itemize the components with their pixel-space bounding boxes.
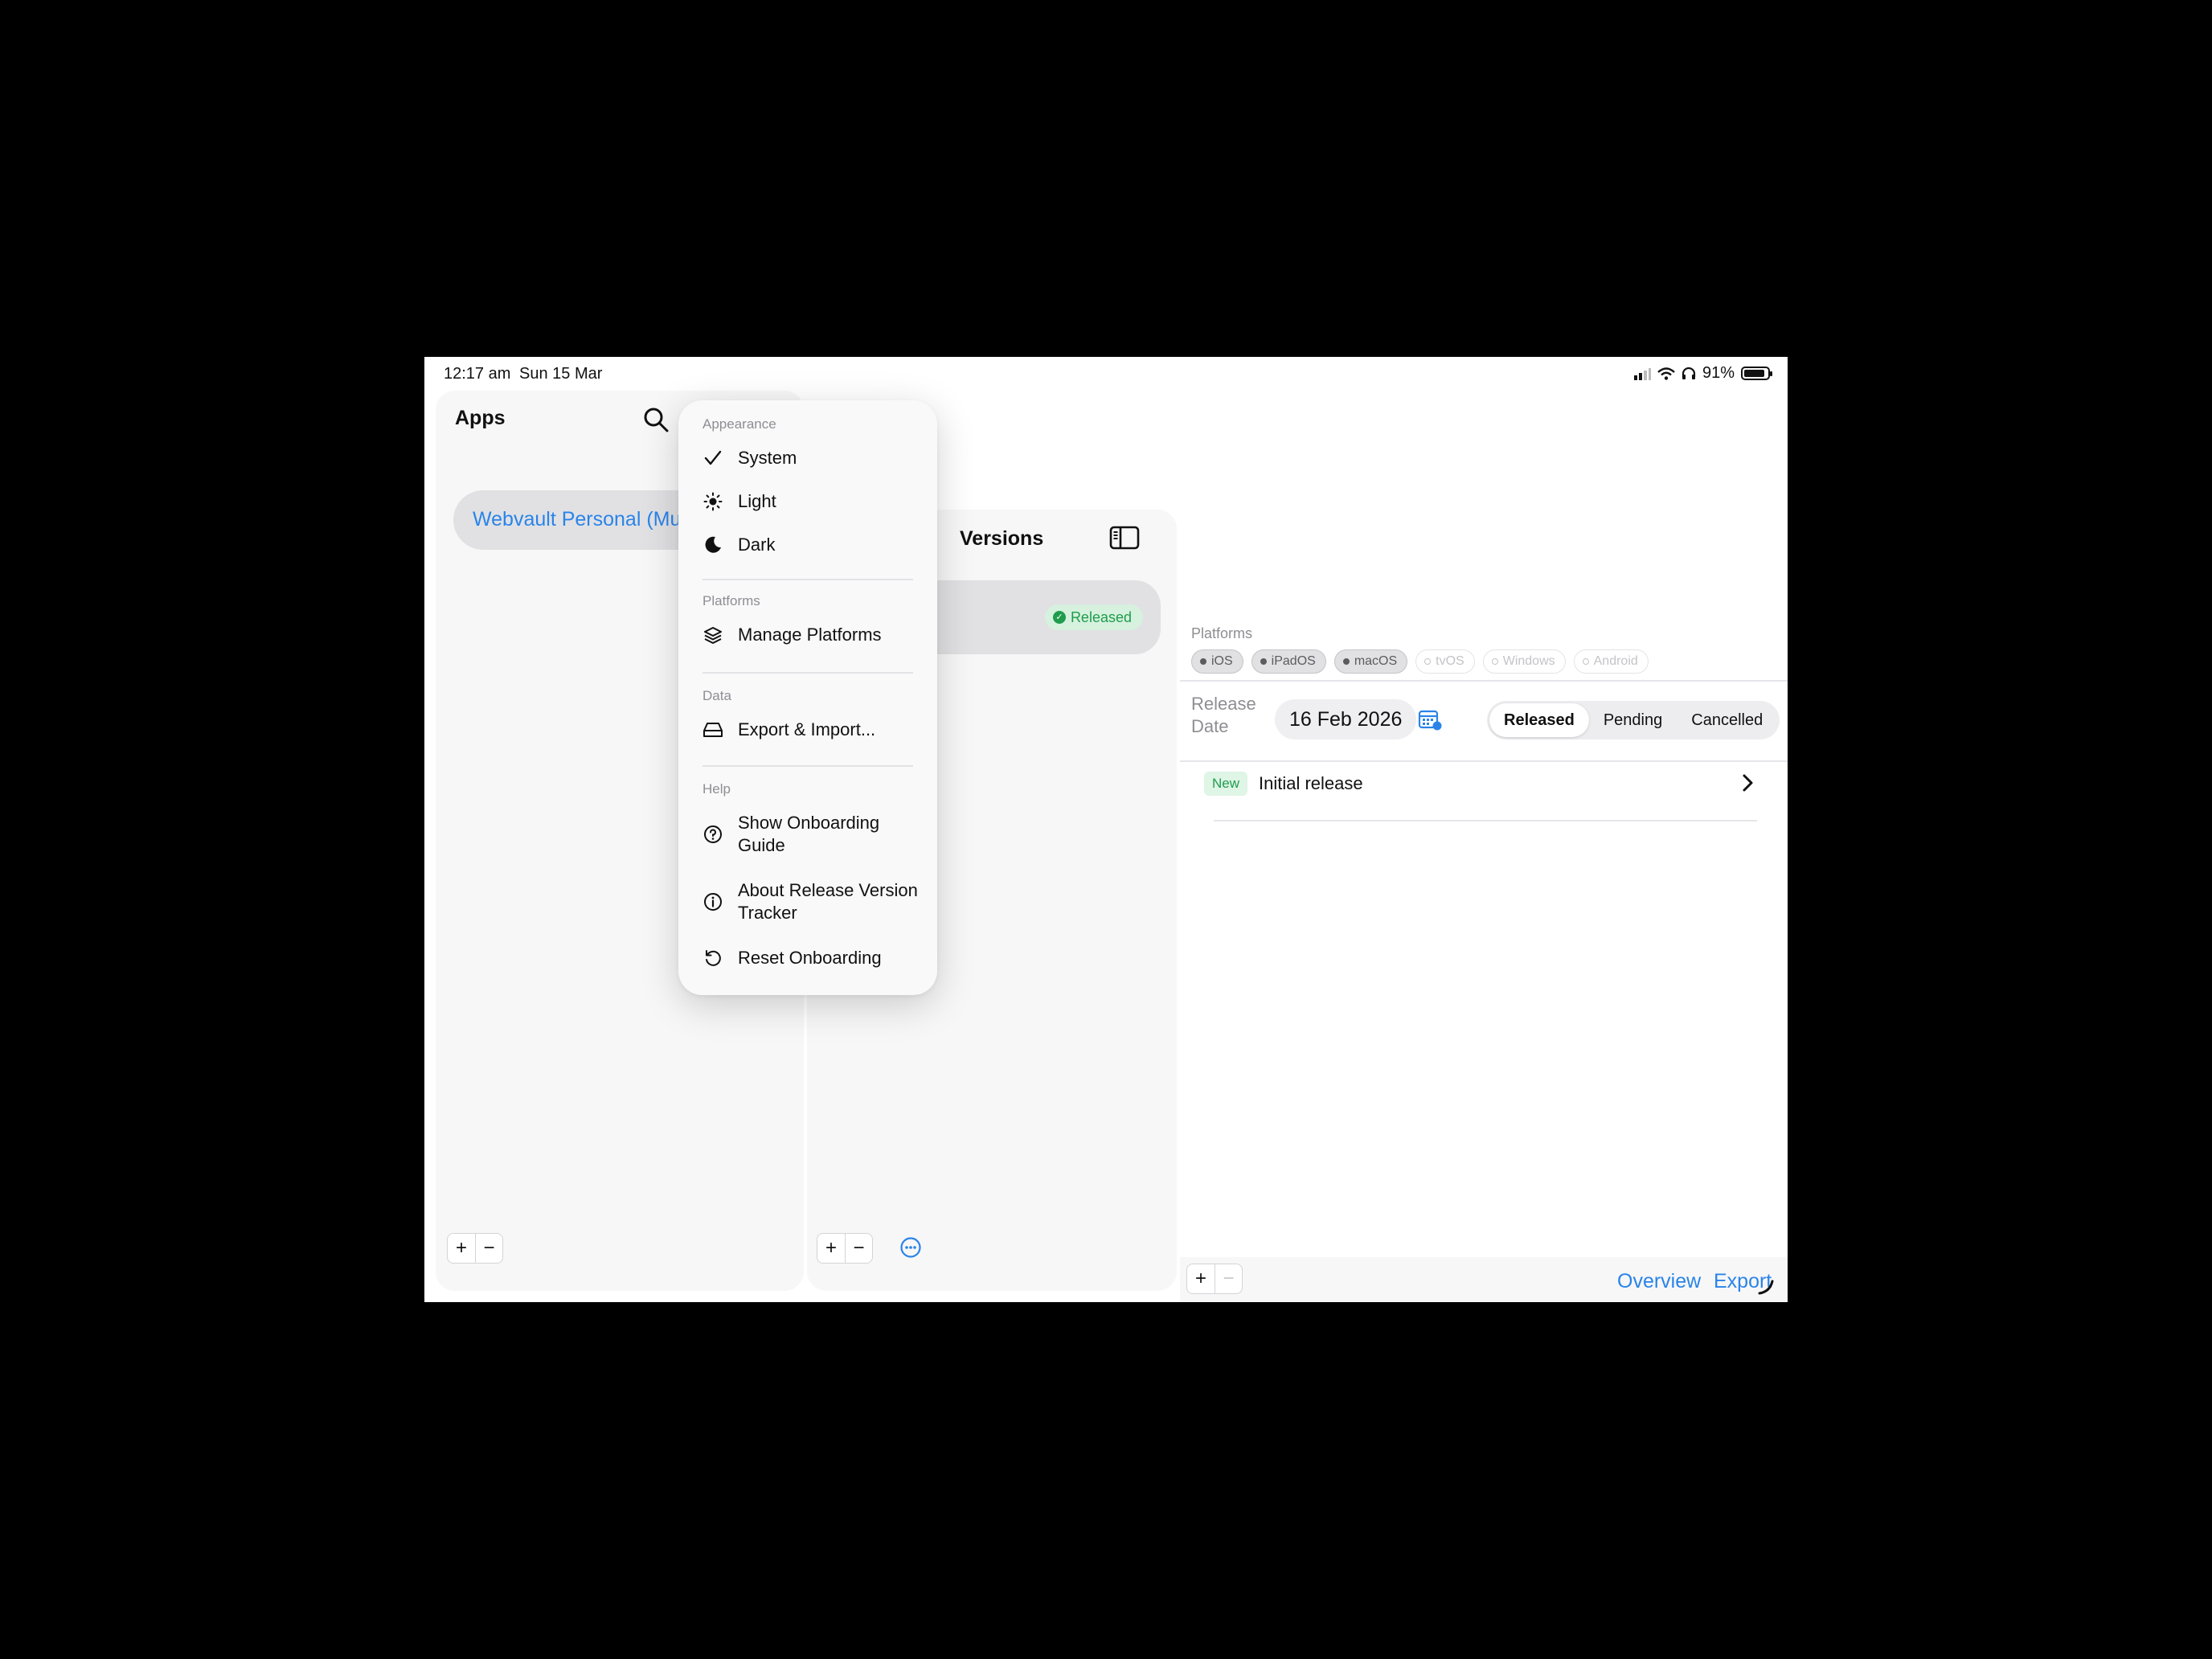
menu-section-help: Help	[703, 781, 731, 797]
menu-divider	[703, 579, 913, 580]
change-type-badge: New	[1204, 772, 1248, 796]
status-bar: 12:17 am Sun 15 Mar 91%	[424, 357, 1788, 391]
battery-level	[1744, 370, 1765, 377]
ipad-screen: 12:17 am Sun 15 Mar 91% Apps Webvault Pe…	[424, 357, 1788, 1302]
menu-item-export-import[interactable]: Export & Import...	[703, 719, 920, 741]
apps-title: Apps	[455, 407, 506, 429]
platforms-label: Platforms	[1191, 625, 1253, 641]
remove-app-button[interactable]: −	[475, 1234, 502, 1263]
remove-change-button[interactable]: −	[1215, 1264, 1242, 1293]
status-badge-label: Released	[1070, 608, 1132, 625]
menu-item-label: System	[738, 448, 797, 468]
menu-item-about[interactable]: About Release Version Tracker	[703, 879, 920, 924]
chip-label: tvOS	[1436, 654, 1464, 668]
cellular-signal-icon	[1633, 367, 1651, 380]
chip-dot-icon	[1200, 658, 1206, 665]
chip-label: iPadOS	[1271, 654, 1316, 668]
apps-add-remove: + −	[447, 1233, 503, 1264]
menu-divider	[703, 765, 913, 767]
headphones-icon	[1682, 367, 1696, 379]
chip-dot-icon	[1260, 658, 1267, 665]
menu-section-appearance: Appearance	[703, 416, 776, 432]
battery-percentage: 91%	[1702, 364, 1735, 382]
menu-item-label: Manage Platforms	[738, 625, 882, 645]
platform-chip-tvos[interactable]: tvOS	[1415, 649, 1475, 674]
segment-cancelled[interactable]: Cancelled	[1677, 703, 1777, 737]
search-icon[interactable]	[641, 405, 670, 434]
remove-version-button[interactable]: −	[845, 1234, 872, 1263]
chip-dot-icon	[1491, 658, 1498, 665]
moon-icon	[703, 534, 723, 556]
platform-chip-android[interactable]: Android	[1573, 649, 1649, 674]
versions-title: Versions	[960, 527, 1044, 550]
changes-add-remove: + −	[1186, 1264, 1243, 1294]
overview-button[interactable]: Overview	[1617, 1270, 1701, 1293]
chip-label: Windows	[1502, 654, 1555, 668]
platform-chip-ipados[interactable]: iPadOS	[1251, 649, 1326, 674]
app-name: Webvault Personal (Mu	[473, 508, 682, 530]
status-date: Sun 15 Mar	[519, 365, 603, 383]
release-date-picker[interactable]: 16 Feb 2026	[1275, 699, 1417, 739]
menu-item-system[interactable]: System	[703, 447, 920, 469]
info-circle-icon	[703, 891, 723, 913]
menu-item-show-onboarding[interactable]: Show Onboarding Guide	[703, 812, 920, 857]
platform-chips: iOS iPadOS macOS tvOS Windows Android	[1191, 649, 1649, 674]
wifi-icon	[1657, 367, 1675, 380]
battery-icon	[1741, 367, 1772, 380]
release-status-segmented-control: Released Pending Cancelled	[1487, 701, 1780, 739]
menu-item-light[interactable]: Light	[703, 490, 920, 513]
menu-item-manage-platforms[interactable]: Manage Platforms	[703, 624, 920, 646]
checkmark-icon	[703, 447, 723, 469]
chip-dot-icon	[1424, 658, 1432, 665]
segment-pending[interactable]: Pending	[1589, 703, 1677, 737]
detail-toolbar: + − Overview Export	[1180, 1257, 1788, 1302]
menu-item-label: About Release Version Tracker	[738, 880, 918, 923]
sidebar-toggle-icon[interactable]	[1109, 526, 1140, 550]
resize-handle-icon[interactable]	[1757, 1278, 1775, 1296]
chip-dot-icon	[1582, 658, 1589, 665]
add-change-button[interactable]: +	[1187, 1264, 1215, 1293]
platform-chip-macos[interactable]: macOS	[1333, 649, 1408, 674]
add-app-button[interactable]: +	[448, 1234, 475, 1263]
add-version-button[interactable]: +	[817, 1234, 845, 1263]
platform-chip-ios[interactable]: iOS	[1191, 649, 1243, 674]
menu-item-label: Reset Onboarding	[738, 948, 882, 968]
menu-item-reset-onboarding[interactable]: Reset Onboarding	[703, 947, 920, 969]
menu-item-label: Export & Import...	[738, 719, 876, 739]
menu-divider	[703, 672, 913, 674]
menu-item-dark[interactable]: Dark	[703, 534, 920, 556]
layers-icon	[703, 624, 723, 646]
question-circle-icon	[703, 823, 723, 846]
segment-released[interactable]: Released	[1489, 703, 1589, 737]
chip-label: Android	[1593, 654, 1638, 668]
checkmark-circle-icon: ✓	[1052, 611, 1066, 624]
release-date-label: Release Date	[1191, 694, 1256, 736]
chevron-right-icon	[1743, 774, 1753, 792]
platform-chip-windows[interactable]: Windows	[1482, 649, 1566, 674]
versions-add-remove: + −	[817, 1233, 873, 1264]
status-indicators: 91%	[1633, 364, 1772, 383]
menu-item-label: Light	[738, 491, 776, 511]
tray-icon	[703, 719, 723, 741]
divider	[1180, 680, 1788, 682]
version-detail: Platforms iOS iPadOS macOS tvOS Windows …	[1180, 391, 1788, 1302]
menu-section-platforms: Platforms	[703, 593, 760, 608]
calendar-icon[interactable]	[1418, 708, 1442, 731]
change-list-item[interactable]: New Initial release	[1204, 757, 1763, 813]
menu-item-label: Dark	[738, 535, 776, 555]
status-time: 12:17 am	[444, 365, 511, 383]
reset-arrow-icon	[703, 947, 723, 969]
change-text: Initial release	[1259, 773, 1363, 793]
settings-menu: Appearance System Light Dark Platforms M…	[678, 400, 937, 995]
chip-label: iOS	[1211, 654, 1233, 668]
ellipsis-circle-icon[interactable]	[899, 1236, 922, 1259]
chip-label: macOS	[1354, 654, 1398, 668]
divider	[1214, 820, 1757, 821]
menu-item-label: Show Onboarding Guide	[738, 813, 880, 855]
menu-section-data: Data	[703, 688, 731, 703]
sun-icon	[703, 490, 723, 513]
chip-dot-icon	[1342, 658, 1350, 665]
status-badge: ✓ Released	[1044, 604, 1143, 630]
